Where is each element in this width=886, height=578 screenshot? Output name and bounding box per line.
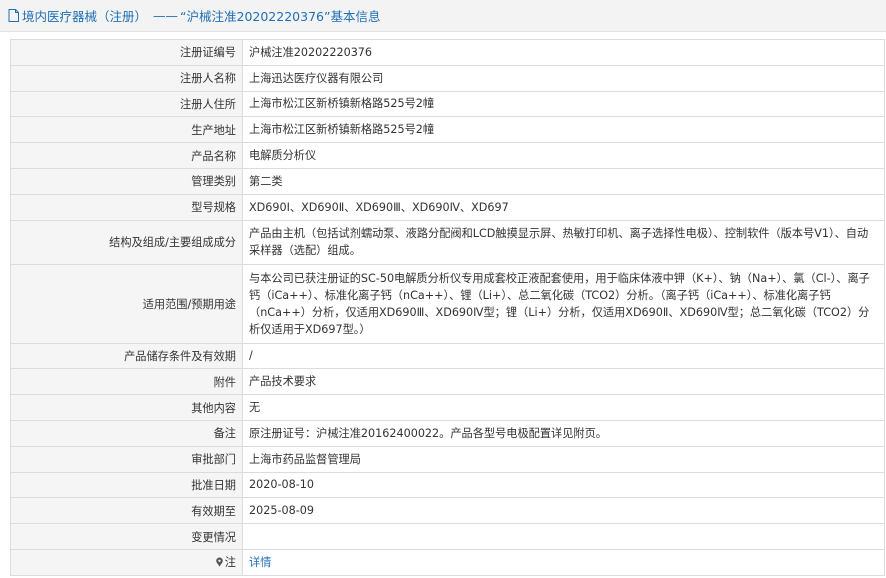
row-value: 2020-08-10 (242, 471, 885, 499)
row-value (242, 523, 885, 550)
row-value: 2025-08-09 (242, 497, 885, 525)
row-value: 详情 (242, 548, 885, 576)
header-suffix: 基本信息 (330, 9, 381, 24)
table-row: 有效期至 2025-08-09 (10, 497, 885, 525)
row-value: 与本公司已获注册证的SC-50电解质分析仪专用成套校正液配套使用，用于临床体液中… (242, 263, 885, 344)
pin-icon (215, 557, 223, 567)
row-value: 上海市松江区新桥镇新格路525号2幢 (242, 90, 885, 118)
table-row: 注册人名称 上海迅达医疗仪器有限公司 (10, 64, 885, 92)
row-value: 电解质分析仪 (242, 142, 885, 169)
row-value: / (242, 342, 885, 370)
table-row: 变更情况 (10, 523, 885, 550)
row-label: 有效期至 (10, 497, 243, 525)
detail-table: 注册证编号 沪械注准20202220376 注册人名称 上海迅达医疗仪器有限公司… (10, 39, 885, 576)
table-row: 备注 原注册证号：沪械注准20162400022。产品各型号电极配置详见附页。 (10, 419, 885, 447)
row-value: 上海市松江区新桥镇新格路525号2幢 (242, 116, 885, 144)
table-row: 其他内容 无 (10, 394, 885, 421)
table-row: 产品储存条件及有效期 / (10, 342, 885, 370)
table-row: 生产地址 上海市松江区新桥镇新格路525号2幢 (10, 116, 885, 144)
row-value: 原注册证号：沪械注准20162400022。产品各型号电极配置详见附页。 (242, 419, 885, 447)
detail-table-wrapper: 注册证编号 沪械注准20202220376 注册人名称 上海迅达医疗仪器有限公司… (10, 39, 885, 576)
row-label: 产品储存条件及有效期 (10, 342, 243, 370)
table-row: 注 详情 (10, 548, 885, 576)
table-row: 附件 产品技术要求 (10, 368, 885, 396)
note-label: 注 (224, 556, 236, 570)
row-value: 产品由主机（包括试剂蠕动泵、液路分配阀和LCD触摸显示屏、热敏打印机、离子选择性… (242, 219, 885, 265)
row-value: 无 (242, 394, 885, 421)
table-row: 产品名称 电解质分析仪 (10, 142, 885, 169)
row-label: 注册证编号 (10, 39, 243, 66)
table-row: 型号规格 XD690Ⅰ、XD690Ⅱ、XD690Ⅲ、XD690Ⅳ、XD697 (10, 193, 885, 221)
row-value: 第二类 (242, 167, 885, 195)
table-row: 注册证编号 沪械注准20202220376 (10, 39, 885, 66)
row-label: 管理类别 (10, 167, 243, 195)
row-value: XD690Ⅰ、XD690Ⅱ、XD690Ⅲ、XD690Ⅳ、XD697 (242, 193, 885, 221)
row-value: 产品技术要求 (242, 368, 885, 396)
table-row: 注册人住所 上海市松江区新桥镇新格路525号2幢 (10, 90, 885, 118)
row-label: 审批部门 (10, 445, 243, 473)
document-icon (8, 9, 19, 22)
header-prefix: 境内医疗器械（注册） (22, 9, 148, 24)
row-label: 批准日期 (10, 471, 243, 499)
row-label: 注册人住所 (10, 90, 243, 118)
row-label: 其他内容 (10, 394, 243, 421)
row-label: 型号规格 (10, 193, 243, 221)
table-row: 结构及组成/主要组成成分 产品由主机（包括试剂蠕动泵、液路分配阀和LCD触摸显示… (10, 219, 885, 265)
row-label: 附件 (10, 368, 243, 396)
row-value: 沪械注准20202220376 (242, 39, 885, 66)
table-row: 管理类别 第二类 (10, 167, 885, 195)
row-label: 变更情况 (10, 523, 243, 550)
row-label: 生产地址 (10, 116, 243, 144)
row-label: 注册人名称 (10, 64, 243, 92)
details-link[interactable]: 详情 (249, 556, 271, 569)
row-label: 适用范围/预期用途 (10, 263, 243, 344)
row-label: 产品名称 (10, 142, 243, 169)
table-row: 审批部门 上海市药品监督管理局 (10, 445, 885, 473)
header-record: “沪械注准20202220376” (180, 9, 331, 24)
note-label-cell: 注 (10, 548, 243, 576)
table-row: 适用范围/预期用途 与本公司已获注册证的SC-50电解质分析仪专用成套校正液配套… (10, 263, 885, 344)
row-label: 备注 (10, 419, 243, 447)
page-header: 境内医疗器械（注册） —— “沪械注准20202220376” 基本信息 (0, 0, 886, 32)
header-separator: —— (153, 8, 179, 23)
row-value: 上海迅达医疗仪器有限公司 (242, 64, 885, 92)
row-value: 上海市药品监督管理局 (242, 445, 885, 473)
table-row: 批准日期 2020-08-10 (10, 471, 885, 499)
row-label: 结构及组成/主要组成成分 (10, 219, 243, 265)
